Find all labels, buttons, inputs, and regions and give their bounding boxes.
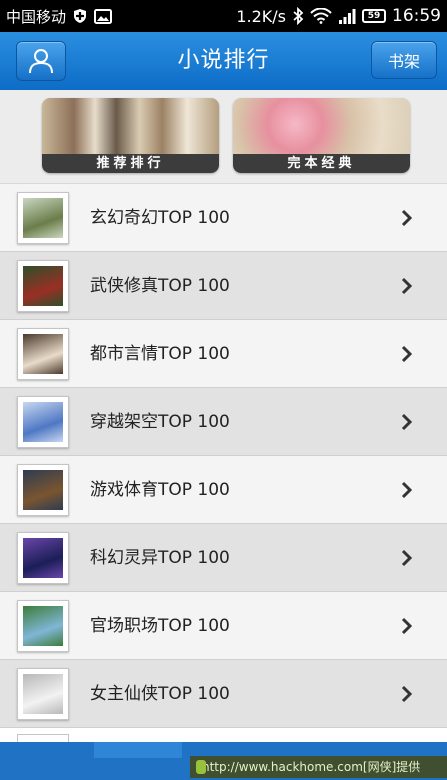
bookshelf-button[interactable]: 书架 [371, 41, 437, 79]
wifi-icon [310, 8, 332, 24]
chevron-right-icon [401, 277, 413, 295]
banner-label: 推荐排行 [42, 154, 219, 173]
user-profile-button[interactable] [16, 41, 66, 81]
bluetooth-icon [292, 7, 304, 25]
list-item[interactable]: 游戏体育TOP 100 [0, 456, 447, 524]
book-cover-thumbnail [17, 396, 69, 448]
user-icon [29, 49, 53, 74]
app-header: 小说排行 书架 [0, 32, 447, 90]
book-cover-thumbnail [17, 328, 69, 380]
list-item[interactable]: 穿越架空TOP 100 [0, 388, 447, 456]
status-bar: 中国移动 1.2K/s 59 16:59 [0, 0, 447, 32]
category-label: 武侠修真TOP 100 [90, 276, 230, 296]
list-item[interactable]: 官场职场TOP 100 [0, 592, 447, 660]
shield-icon [72, 8, 88, 24]
list-item[interactable]: 女主仙侠TOP 100 [0, 660, 447, 728]
completed-classics-banner[interactable]: 完本经典 [233, 98, 410, 173]
chevron-right-icon [401, 617, 413, 635]
network-speed: 1.2K/s [236, 6, 286, 26]
carrier-label: 中国移动 [6, 7, 67, 26]
book-cover-thumbnail [17, 734, 69, 742]
battery-level: 59 [367, 11, 381, 21]
category-label: 女主仙侠TOP 100 [90, 684, 230, 704]
category-label: 科幻灵异TOP 100 [90, 548, 230, 568]
battery-icon: 59 [362, 9, 386, 23]
watermark-badge-icon [196, 760, 206, 774]
watermark: http://www.hackhome.com[网侠]提供 [190, 756, 447, 778]
category-label: 都市言情TOP 100 [90, 344, 230, 364]
book-cover-thumbnail [17, 260, 69, 312]
signal-icon [338, 8, 356, 24]
recommended-ranking-banner[interactable]: 推荐排行 [42, 98, 219, 173]
book-cover-thumbnail [17, 532, 69, 584]
banner-label: 完本经典 [233, 154, 410, 173]
list-item[interactable]: 科幻灵异TOP 100 [0, 524, 447, 592]
chevron-right-icon [401, 481, 413, 499]
bottom-tab[interactable] [94, 742, 182, 758]
list-item[interactable]: 玄幻奇幻TOP 100 [0, 184, 447, 252]
chevron-right-icon [401, 413, 413, 431]
chevron-right-icon [401, 209, 413, 227]
list-item[interactable]: 都市言情TOP 100 [0, 320, 447, 388]
chevron-right-icon [401, 549, 413, 567]
clock: 16:59 [392, 6, 441, 26]
book-cover-thumbnail [17, 192, 69, 244]
list-item[interactable]: 武侠修真TOP 100 [0, 252, 447, 320]
book-cover-thumbnail [17, 600, 69, 652]
banner-area: 推荐排行 完本经典 [0, 90, 447, 184]
chevron-right-icon [401, 345, 413, 363]
category-list: 玄幻奇幻TOP 100 武侠修真TOP 100 都市言情TOP 100 穿越架空… [0, 184, 447, 728]
image-icon [94, 8, 113, 24]
book-cover-thumbnail [17, 464, 69, 516]
category-label: 官场职场TOP 100 [90, 616, 230, 636]
chevron-right-icon [401, 685, 413, 703]
category-label: 游戏体育TOP 100 [90, 480, 230, 500]
category-label: 穿越架空TOP 100 [90, 412, 230, 432]
category-label: 玄幻奇幻TOP 100 [90, 208, 230, 228]
book-cover-thumbnail [17, 668, 69, 720]
